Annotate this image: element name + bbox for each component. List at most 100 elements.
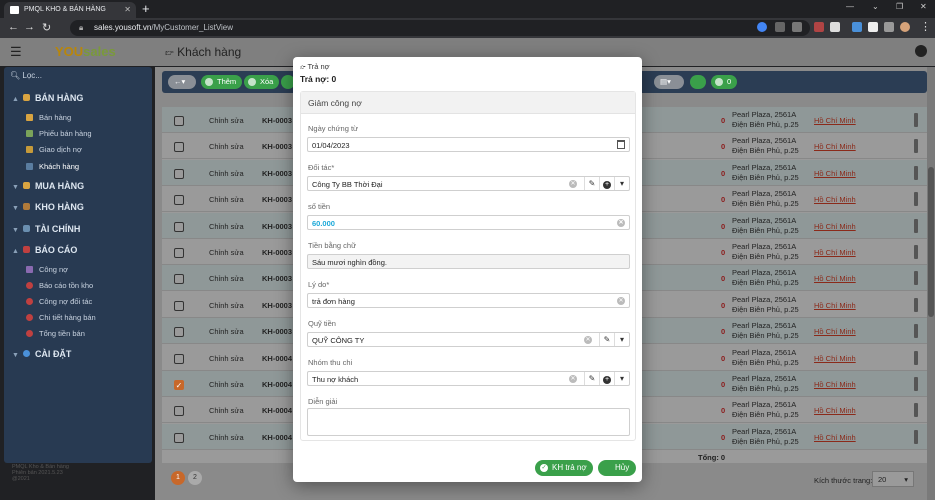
delete-button[interactable]: Xóa <box>244 75 280 89</box>
partner-field[interactable]: Công Ty BB Thời Đại ✕ ✎ + ▾ <box>307 176 630 191</box>
city-link[interactable]: Hồ Chí Minh <box>814 327 856 336</box>
clear-icon[interactable]: ✕ <box>617 297 625 305</box>
reason-field[interactable]: trả đơn hàng ✕ <box>307 293 630 308</box>
row-checkbox[interactable] <box>174 195 184 206</box>
row-action-handle[interactable] <box>914 139 918 154</box>
google-icon[interactable] <box>757 22 767 32</box>
chevron-down-icon[interactable]: ▾ <box>614 372 629 385</box>
row-checkbox[interactable] <box>174 168 184 179</box>
row-checkbox[interactable] <box>174 432 184 443</box>
page-button[interactable]: 2 <box>188 471 202 485</box>
customer-pay-button[interactable]: ✓ KH trả nợ <box>535 460 593 476</box>
city-link[interactable]: Hồ Chí Minh <box>814 406 856 415</box>
fund-field[interactable]: QUỸ CÔNG TY ✕ ✎ ▾ <box>307 332 630 347</box>
edit-link[interactable]: Chỉnh sửa <box>209 274 244 283</box>
sidepanel-icon[interactable] <box>884 22 894 32</box>
star-icon[interactable] <box>792 22 802 32</box>
city-link[interactable]: Hồ Chí Minh <box>814 433 856 442</box>
row-action-handle[interactable] <box>914 297 918 312</box>
row-checkbox[interactable] <box>174 116 184 126</box>
city-link[interactable]: Hồ Chí Minh <box>814 222 856 231</box>
city-link[interactable]: Hồ Chí Minh <box>814 248 856 257</box>
menu-icon[interactable]: ⋮ <box>920 20 931 33</box>
page-button[interactable]: 1 <box>171 471 185 485</box>
edit-link[interactable]: Chỉnh sửa <box>209 301 244 310</box>
edit-link[interactable]: Chỉnh sửa <box>209 406 244 415</box>
sidebar-item-cong-no[interactable]: Công nợ <box>26 265 68 274</box>
row-action-handle[interactable] <box>914 429 918 444</box>
row-checkbox[interactable] <box>174 274 184 285</box>
edit-link[interactable]: Chỉnh sửa <box>209 142 244 151</box>
sidebar-item-cong-no-doi-tac[interactable]: Công nợ đối tác <box>26 297 92 306</box>
browser-tab[interactable]: PMQL KHO & BÁN HÀNG ✕ <box>4 2 136 18</box>
extension-icon[interactable] <box>814 22 824 32</box>
row-action-handle[interactable] <box>914 377 918 391</box>
row-checkbox[interactable] <box>174 142 184 153</box>
add-button[interactable]: Thêm <box>201 75 243 89</box>
close-window-icon[interactable]: ✕ <box>920 2 927 11</box>
edit-link[interactable]: Chỉnh sửa <box>209 248 244 257</box>
row-checkbox[interactable]: ✓ <box>174 380 184 390</box>
page-scrollbar[interactable] <box>927 67 935 500</box>
close-tab-icon[interactable]: ✕ <box>124 5 131 14</box>
sidebar-item-ban-hang[interactable]: Bán hàng <box>26 113 71 122</box>
sidebar-group-kho-hang[interactable]: ▼ KHO HÀNG <box>12 202 84 212</box>
row-action-handle[interactable] <box>914 192 918 207</box>
brand-logo[interactable]: YOUsales <box>55 44 116 59</box>
row-checkbox[interactable] <box>174 248 184 258</box>
clear-icon[interactable]: ✕ <box>569 180 577 188</box>
row-action-handle[interactable] <box>914 271 918 286</box>
edit-link[interactable]: Chỉnh sửa <box>209 195 244 204</box>
city-link[interactable]: Hồ Chí Minh <box>814 380 856 389</box>
edit-link[interactable]: Chỉnh sửa <box>209 116 244 125</box>
city-link[interactable]: Hồ Chí Minh <box>814 354 856 363</box>
edit-link[interactable]: Chỉnh sửa <box>209 380 244 389</box>
row-action-handle[interactable] <box>914 350 918 365</box>
sidebar-group-mua-hang[interactable]: ▼ MUA HÀNG <box>12 181 84 191</box>
income-group-field[interactable]: Thu nợ khách ✕ ✎ + ▾ <box>307 371 630 386</box>
add-circle-icon[interactable]: + <box>599 372 614 385</box>
row-checkbox[interactable] <box>174 406 184 417</box>
sidebar-group-bao-cao[interactable]: ▲ BÁO CÁO <box>12 245 77 255</box>
export-button[interactable] <box>690 75 706 89</box>
edit-link[interactable]: Chỉnh sửa <box>209 327 244 336</box>
city-link[interactable]: Hồ Chí Minh <box>814 116 856 125</box>
sidebar-item-giao-dich-no[interactable]: Giao dịch nợ <box>26 145 82 154</box>
chevron-down-icon[interactable]: ⌄ <box>872 2 879 11</box>
city-link[interactable]: Hồ Chí Minh <box>814 142 856 151</box>
user-icon[interactable] <box>915 45 927 57</box>
edit-link[interactable]: Chỉnh sửa <box>209 222 244 231</box>
minimize-icon[interactable]: — <box>846 2 854 11</box>
reload-icon[interactable]: ↻ <box>42 21 51 34</box>
chevron-down-icon[interactable]: ▾ <box>614 177 629 190</box>
edit-link[interactable]: Chỉnh sửa <box>209 354 244 363</box>
scrollbar-thumb[interactable] <box>928 167 934 317</box>
sidebar-item-khach-hang[interactable]: Khách hàng <box>26 162 79 171</box>
count-button[interactable]: 0 <box>711 75 738 89</box>
edit-link[interactable]: Chỉnh sửa <box>209 433 244 442</box>
chevron-down-icon[interactable]: ▾ <box>614 333 629 346</box>
sidebar-item-tong-tien-ban[interactable]: Tổng tiền bán <box>26 329 85 338</box>
sidebar-group-ban-hang[interactable]: ▲ BÁN HÀNG <box>12 93 83 103</box>
row-checkbox[interactable] <box>174 353 184 364</box>
calendar-icon[interactable] <box>617 140 625 149</box>
share-icon[interactable] <box>775 22 785 32</box>
extension-icon[interactable] <box>830 22 840 32</box>
row-action-handle[interactable] <box>914 245 918 259</box>
clear-icon[interactable]: ✕ <box>569 375 577 383</box>
pencil-icon[interactable]: ✎ <box>584 372 599 385</box>
row-checkbox[interactable] <box>174 221 184 232</box>
pencil-icon[interactable]: ✎ <box>584 177 599 190</box>
page-size-select[interactable]: 20 ▾ <box>872 471 914 487</box>
back-icon[interactable]: ← <box>8 21 19 33</box>
url-input[interactable]: 🔒︎ sales.yousoft.vn/MyCustomer_ListView <box>70 20 810 36</box>
city-link[interactable]: Hồ Chí Minh <box>814 169 856 178</box>
note-textarea[interactable] <box>307 408 630 436</box>
hamburger-icon[interactable]: ☰ <box>10 44 22 60</box>
row-action-handle[interactable] <box>914 165 918 180</box>
row-checkbox[interactable] <box>174 300 184 311</box>
row-action-handle[interactable] <box>914 324 918 339</box>
cancel-button[interactable]: Hủy <box>598 460 636 476</box>
row-action-handle[interactable] <box>914 113 918 127</box>
profile-avatar[interactable] <box>900 22 910 32</box>
